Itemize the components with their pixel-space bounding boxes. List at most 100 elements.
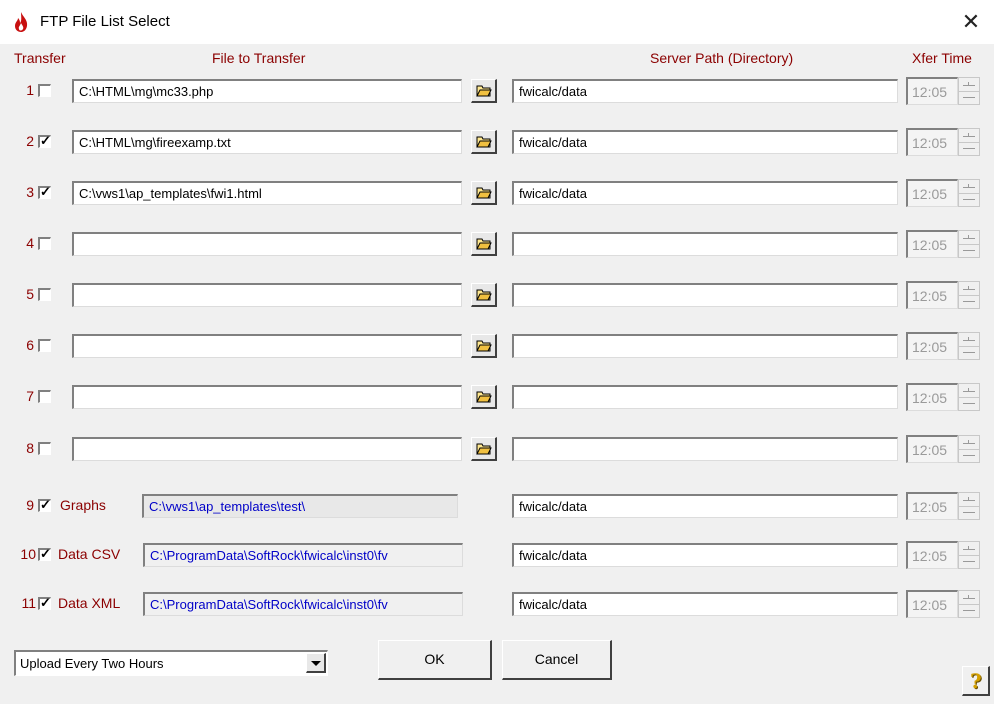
spin-down-icon[interactable] <box>963 561 975 562</box>
row-number: 9 <box>26 497 34 513</box>
spin-up-icon[interactable] <box>963 388 975 392</box>
time-spinner[interactable] <box>958 492 980 520</box>
time-spinner[interactable] <box>958 128 980 156</box>
row-number: 11 <box>21 595 36 611</box>
transfer-checkbox[interactable] <box>38 390 51 403</box>
spin-down-icon[interactable] <box>963 250 975 251</box>
time-spinner[interactable] <box>958 590 980 618</box>
transfer-checkbox[interactable]: ✓ <box>38 497 51 512</box>
xfer-time-field[interactable]: 12:05 <box>906 281 958 309</box>
spin-down-icon[interactable] <box>963 403 975 404</box>
help-button[interactable]: ? <box>962 666 990 696</box>
server-path-input[interactable]: fwicalc/data <box>512 543 898 567</box>
file-path-input[interactable] <box>72 437 462 461</box>
spin-up-icon[interactable] <box>963 133 975 137</box>
xfer-time-field[interactable]: 12:05 <box>906 541 958 569</box>
row-number: 4 <box>26 235 34 251</box>
spin-down-icon[interactable] <box>963 512 975 513</box>
row-number: 5 <box>26 286 34 302</box>
dropdown-arrow-button[interactable] <box>306 653 326 673</box>
transfer-checkbox[interactable] <box>38 442 51 455</box>
export-label: Data CSV <box>58 546 121 562</box>
server-path-input[interactable] <box>512 232 898 256</box>
export-label: Data XML <box>58 595 121 611</box>
spin-down-icon[interactable] <box>963 455 975 456</box>
server-path-input[interactable] <box>512 334 898 358</box>
chevron-down-icon <box>311 661 321 666</box>
spin-down-icon[interactable] <box>963 301 975 302</box>
spin-up-icon[interactable] <box>963 595 975 599</box>
xfer-time-field[interactable]: 12:05 <box>906 230 958 258</box>
browse-button[interactable] <box>471 232 497 256</box>
server-path-input[interactable]: fwicalc/data <box>512 494 898 518</box>
browse-button[interactable] <box>471 437 497 461</box>
ok-button[interactable]: OK <box>378 640 492 680</box>
time-spinner[interactable] <box>958 179 980 207</box>
time-spinner[interactable] <box>958 281 980 309</box>
transfer-checkbox[interactable] <box>38 339 51 352</box>
transfer-checkbox[interactable] <box>38 84 51 97</box>
time-spinner[interactable] <box>958 435 980 463</box>
spin-up-icon[interactable] <box>963 337 975 341</box>
spin-up-icon[interactable] <box>963 235 975 239</box>
row-number: 10 <box>20 546 36 562</box>
time-spinner[interactable] <box>958 230 980 258</box>
browse-button[interactable] <box>471 79 497 103</box>
server-path-input[interactable]: fwicalc/data <box>512 130 898 154</box>
file-path-input[interactable] <box>72 385 462 409</box>
transfer-checkbox[interactable]: ✓ <box>38 184 51 199</box>
spin-down-icon[interactable] <box>963 97 975 98</box>
close-button[interactable]: ✕ <box>948 0 994 44</box>
transfer-checkbox[interactable] <box>38 237 51 250</box>
browse-button[interactable] <box>471 283 497 307</box>
browse-button[interactable] <box>471 334 497 358</box>
file-path-input[interactable]: C:\vws1\ap_templates\fwi1.html <box>72 181 462 205</box>
xfer-time-field[interactable]: 12:05 <box>906 128 958 156</box>
time-spinner[interactable] <box>958 383 980 411</box>
server-path-input[interactable] <box>512 437 898 461</box>
xfer-time-field[interactable]: 12:05 <box>906 332 958 360</box>
spin-up-icon[interactable] <box>963 497 975 501</box>
xfer-time-field[interactable]: 12:05 <box>906 179 958 207</box>
file-path-input[interactable]: C:\HTML\mg\mc33.php <box>72 79 462 103</box>
server-path-input[interactable] <box>512 283 898 307</box>
transfer-checkbox[interactable] <box>38 288 51 301</box>
time-spinner[interactable] <box>958 332 980 360</box>
server-path-input[interactable] <box>512 385 898 409</box>
transfer-checkbox[interactable]: ✓ <box>38 546 51 561</box>
time-spinner[interactable] <box>958 541 980 569</box>
server-path-input[interactable]: fwicalc/data <box>512 79 898 103</box>
file-path-input[interactable] <box>72 334 462 358</box>
row-number: 3 <box>26 184 34 200</box>
transfer-checkbox[interactable]: ✓ <box>38 133 51 148</box>
server-path-input[interactable]: fwicalc/data <box>512 592 898 616</box>
xfer-time-field[interactable]: 12:05 <box>906 77 958 105</box>
transfer-checkbox[interactable]: ✓ <box>38 595 51 610</box>
schedule-dropdown[interactable]: Upload Every Two Hours <box>14 650 328 676</box>
file-path-input[interactable] <box>72 283 462 307</box>
xfer-time-field[interactable]: 12:05 <box>906 590 958 618</box>
browse-button[interactable] <box>471 130 497 154</box>
spin-up-icon[interactable] <box>963 440 975 444</box>
time-spinner[interactable] <box>958 77 980 105</box>
spin-up-icon[interactable] <box>963 546 975 550</box>
spin-down-icon[interactable] <box>963 148 975 149</box>
cancel-button[interactable]: Cancel <box>502 640 612 680</box>
browse-button[interactable] <box>471 385 497 409</box>
spin-up-icon[interactable] <box>963 286 975 290</box>
spin-down-icon[interactable] <box>963 199 975 200</box>
file-path-input[interactable] <box>72 232 462 256</box>
file-path-input[interactable]: C:\HTML\mg\fireexamp.txt <box>72 130 462 154</box>
browse-button[interactable] <box>471 181 497 205</box>
spin-down-icon[interactable] <box>963 610 975 611</box>
xfer-time-field[interactable]: 12:05 <box>906 435 958 463</box>
xfer-time-field[interactable]: 12:05 <box>906 492 958 520</box>
spin-up-icon[interactable] <box>963 184 975 188</box>
spin-up-icon[interactable] <box>963 82 975 86</box>
row-number: 8 <box>26 440 34 456</box>
server-path-input[interactable]: fwicalc/data <box>512 181 898 205</box>
spin-down-icon[interactable] <box>963 352 975 353</box>
check-icon: ✓ <box>40 595 51 610</box>
xfer-time-field[interactable]: 12:05 <box>906 383 958 411</box>
export-path-field: C:\ProgramData\SoftRock\fwicalc\inst0\fv <box>143 592 463 616</box>
